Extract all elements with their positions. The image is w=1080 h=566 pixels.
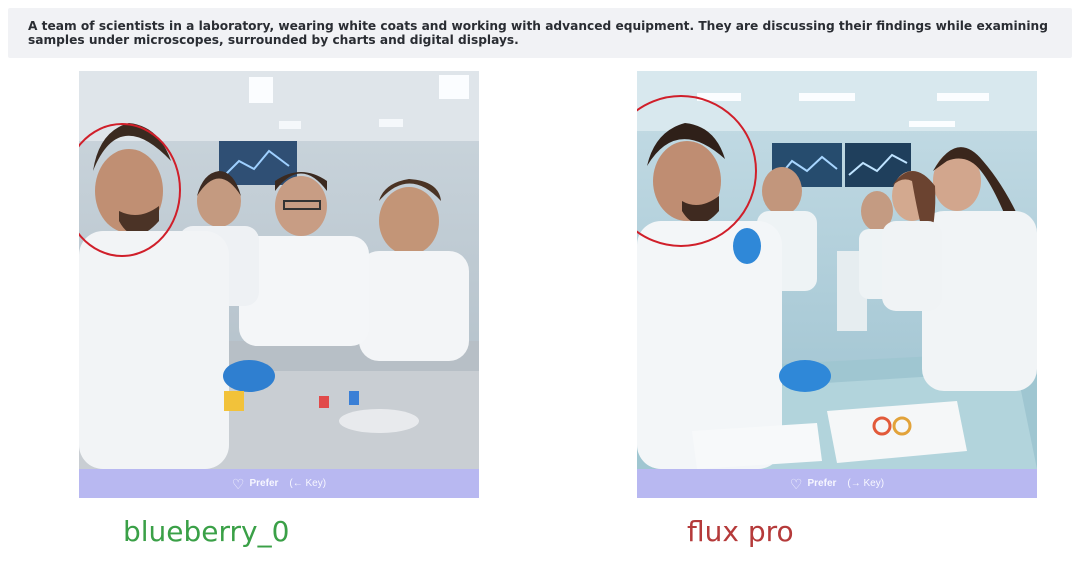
- key-hint: (→ Key): [847, 478, 885, 489]
- image-panel-left: ♡ Prefer (← Key): [79, 71, 479, 498]
- generated-image-right: [637, 71, 1037, 469]
- prefer-label: Prefer: [249, 478, 279, 489]
- prompt-text: A team of scientists in a laboratory, we…: [8, 8, 1072, 58]
- heart-icon: ♡: [231, 475, 245, 492]
- image-panel-right: ♡ Prefer (→ Key): [637, 71, 1037, 498]
- key-hint: (← Key): [289, 478, 327, 489]
- model-name-left: blueberry_0: [123, 515, 290, 548]
- model-name-right: flux pro: [687, 515, 794, 548]
- prefer-label: Prefer: [807, 478, 837, 489]
- prefer-left-button[interactable]: ♡ Prefer (← Key): [79, 469, 479, 498]
- generated-image-left: [79, 71, 479, 469]
- heart-icon: ♡: [789, 475, 803, 492]
- prefer-right-button[interactable]: ♡ Prefer (→ Key): [637, 469, 1037, 498]
